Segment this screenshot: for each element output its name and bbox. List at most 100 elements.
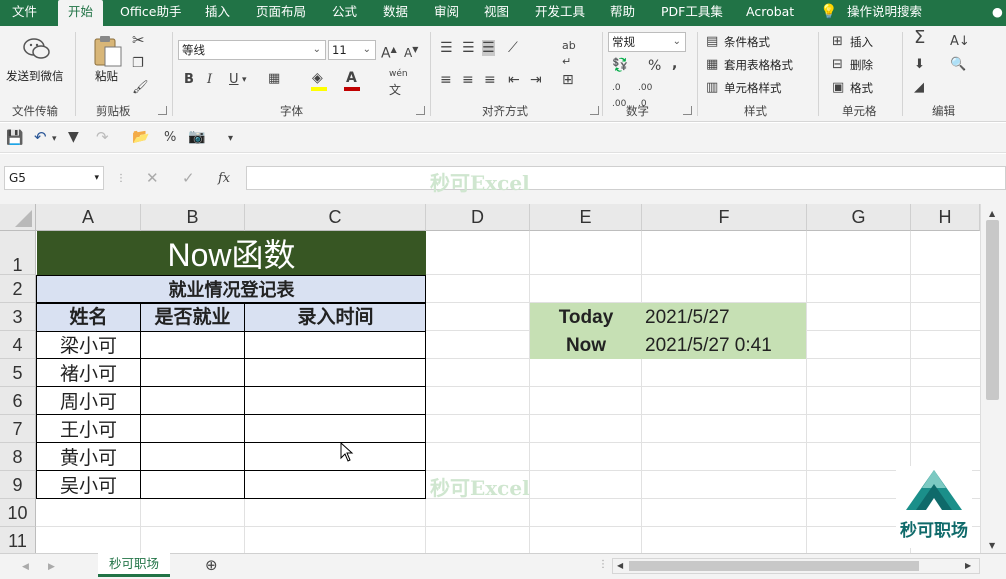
row-header-6[interactable]: 6 bbox=[0, 387, 36, 415]
format-painter-icon[interactable]: 🖌 bbox=[132, 80, 149, 96]
tab-acrobat[interactable]: Acrobat bbox=[746, 0, 794, 26]
sheet-subtitle-cell[interactable]: 就业情况登记表 bbox=[37, 275, 426, 303]
name-cell[interactable]: 王小可 bbox=[37, 416, 140, 443]
increase-decimal-icon[interactable]: .0.00 bbox=[612, 80, 626, 112]
customize-qat-icon[interactable]: ▾ bbox=[228, 131, 233, 147]
name-box[interactable]: G5 ▾ bbox=[4, 166, 104, 190]
name-cell[interactable]: 周小可 bbox=[37, 388, 140, 415]
header-entry-time-cell[interactable]: 录入时间 bbox=[245, 303, 426, 331]
border-icon[interactable]: ▦ bbox=[268, 71, 280, 87]
column-header-g[interactable]: G bbox=[807, 204, 911, 231]
today-value-cell[interactable]: 2021/5/27 bbox=[645, 303, 805, 331]
select-all-corner[interactable] bbox=[0, 204, 36, 231]
undo-icon[interactable]: ↶ bbox=[34, 129, 47, 145]
row-header-10[interactable]: 10 bbox=[0, 499, 36, 527]
comma-button[interactable]: , bbox=[672, 56, 677, 72]
save-icon[interactable]: 💾 bbox=[6, 130, 23, 146]
align-middle-icon[interactable]: ☰ bbox=[462, 40, 475, 56]
tell-me-search[interactable]: 操作说明搜索 bbox=[847, 0, 922, 26]
increase-indent-icon[interactable]: ⇥ bbox=[530, 72, 542, 88]
column-header-d[interactable]: D bbox=[426, 204, 530, 231]
bold-button[interactable]: B bbox=[184, 72, 194, 88]
now-value-cell[interactable]: 2021/5/27 0:41 bbox=[645, 331, 805, 359]
delete-cells-button[interactable]: 删除 bbox=[850, 57, 873, 73]
scroll-left-icon[interactable]: ◀ bbox=[617, 558, 623, 574]
align-bottom-icon[interactable]: ☰ bbox=[482, 40, 495, 56]
italic-button[interactable]: I bbox=[207, 72, 212, 88]
prev-sheet-icon[interactable]: ◀ bbox=[22, 559, 29, 575]
percent-button[interactable]: % bbox=[648, 58, 661, 74]
tab-view[interactable]: 视图 bbox=[484, 0, 509, 26]
align-center-icon[interactable]: ≡ bbox=[462, 72, 474, 88]
conditional-format-icon[interactable]: ▤ bbox=[706, 34, 718, 50]
column-header-c[interactable]: C bbox=[245, 204, 426, 231]
tab-insert[interactable]: 插入 bbox=[205, 0, 230, 26]
autosum-button[interactable]: Σ bbox=[914, 29, 925, 47]
paste-icon[interactable] bbox=[92, 34, 124, 68]
horizontal-scrollbar[interactable]: ◀ ▶ bbox=[612, 558, 980, 574]
sheet-tab-active[interactable]: 秒可职场 bbox=[98, 553, 170, 577]
format-as-table-button[interactable]: 套用表格格式 bbox=[724, 57, 793, 73]
chevron-down-icon[interactable]: ▾ bbox=[242, 72, 247, 88]
header-name-cell[interactable]: 姓名 bbox=[37, 303, 141, 331]
name-cell[interactable]: 黄小可 bbox=[37, 444, 140, 471]
format-table-icon[interactable]: ▦ bbox=[706, 57, 718, 73]
tab-formulas[interactable]: 公式 bbox=[332, 0, 357, 26]
sort-filter-icon[interactable]: A↓ bbox=[950, 34, 970, 50]
font-name-dropdown[interactable]: 等线 ⌄ bbox=[178, 40, 326, 60]
user-account-icon[interactable]: ● bbox=[992, 0, 1003, 26]
column-header-a[interactable]: A bbox=[36, 204, 141, 231]
today-label-cell[interactable]: Today bbox=[530, 303, 642, 331]
name-cell[interactable]: 褚小可 bbox=[37, 360, 140, 387]
delete-cells-icon[interactable]: ⊟ bbox=[832, 57, 843, 73]
align-right-icon[interactable]: ≡ bbox=[484, 72, 496, 88]
row-header-5[interactable]: 5 bbox=[0, 359, 36, 387]
row-header-8[interactable]: 8 bbox=[0, 443, 36, 471]
open-folder-icon[interactable]: 📂 bbox=[132, 129, 149, 145]
filter-icon[interactable]: ▼ bbox=[68, 129, 79, 145]
insert-function-button[interactable]: fx bbox=[218, 171, 230, 187]
underline-button[interactable]: U bbox=[229, 72, 239, 88]
worksheet-grid[interactable]: A B C D E F G H 1 2 3 4 5 6 7 8 9 10 11 bbox=[0, 204, 980, 553]
tab-developer[interactable]: 开发工具 bbox=[535, 0, 585, 26]
row-header-11[interactable]: 11 bbox=[0, 527, 36, 553]
align-left-icon[interactable]: ≡ bbox=[440, 72, 452, 88]
find-select-icon[interactable]: 🔍 bbox=[950, 57, 966, 73]
alignment-launcher-icon[interactable] bbox=[590, 106, 599, 115]
row-header-2[interactable]: 2 bbox=[0, 275, 36, 303]
font-color-icon[interactable]: A bbox=[346, 70, 357, 86]
now-label-cell[interactable]: Now bbox=[530, 331, 642, 359]
add-sheet-icon[interactable]: ⊕ bbox=[205, 557, 218, 573]
align-top-icon[interactable]: ☰ bbox=[440, 40, 453, 56]
currency-icon[interactable]: 💱 bbox=[612, 58, 628, 74]
scroll-right-icon[interactable]: ▶ bbox=[965, 558, 971, 574]
tab-office-assistant[interactable]: Office助手 bbox=[120, 0, 182, 26]
row-header-1[interactable]: 1 bbox=[0, 231, 36, 275]
row-header-9[interactable]: 9 bbox=[0, 471, 36, 499]
chevron-down-icon[interactable]: ▾ bbox=[52, 131, 57, 147]
cell-styles-button[interactable]: 单元格样式 bbox=[724, 80, 782, 96]
tab-review[interactable]: 审阅 bbox=[434, 0, 459, 26]
horizontal-scroll-thumb[interactable] bbox=[629, 561, 919, 571]
camera-icon[interactable]: 📷 bbox=[188, 129, 205, 145]
increase-font-icon[interactable]: A▲ bbox=[381, 42, 397, 62]
cut-icon[interactable]: ✂ bbox=[132, 32, 145, 48]
tab-file[interactable]: 文件 bbox=[12, 0, 37, 26]
clear-icon[interactable]: ◢ bbox=[914, 80, 924, 96]
sheet-title-cell[interactable]: Now函数 bbox=[37, 231, 426, 275]
tab-pdf-tools[interactable]: PDF工具集 bbox=[661, 0, 723, 26]
insert-cells-button[interactable]: 插入 bbox=[850, 34, 873, 50]
merge-center-icon[interactable]: ⊞ bbox=[562, 72, 574, 88]
decrease-font-icon[interactable]: A▼ bbox=[404, 42, 418, 61]
font-size-dropdown[interactable]: 11 ⌄ bbox=[328, 40, 376, 60]
number-format-dropdown[interactable]: 常规 ⌄ bbox=[608, 32, 686, 52]
enter-icon[interactable]: ✓ bbox=[182, 170, 195, 186]
header-employed-cell[interactable]: 是否就业 bbox=[141, 303, 245, 331]
percent-style-icon[interactable]: % bbox=[164, 130, 176, 146]
insert-cells-icon[interactable]: ⊞ bbox=[832, 34, 843, 50]
orientation-icon[interactable]: ⟋ bbox=[508, 40, 518, 56]
vertical-scrollbar[interactable]: ▲ ▼ bbox=[980, 204, 1006, 553]
row-header-4[interactable]: 4 bbox=[0, 331, 36, 359]
name-cell[interactable]: 梁小可 bbox=[37, 332, 140, 359]
wechat-icon[interactable] bbox=[22, 36, 52, 62]
